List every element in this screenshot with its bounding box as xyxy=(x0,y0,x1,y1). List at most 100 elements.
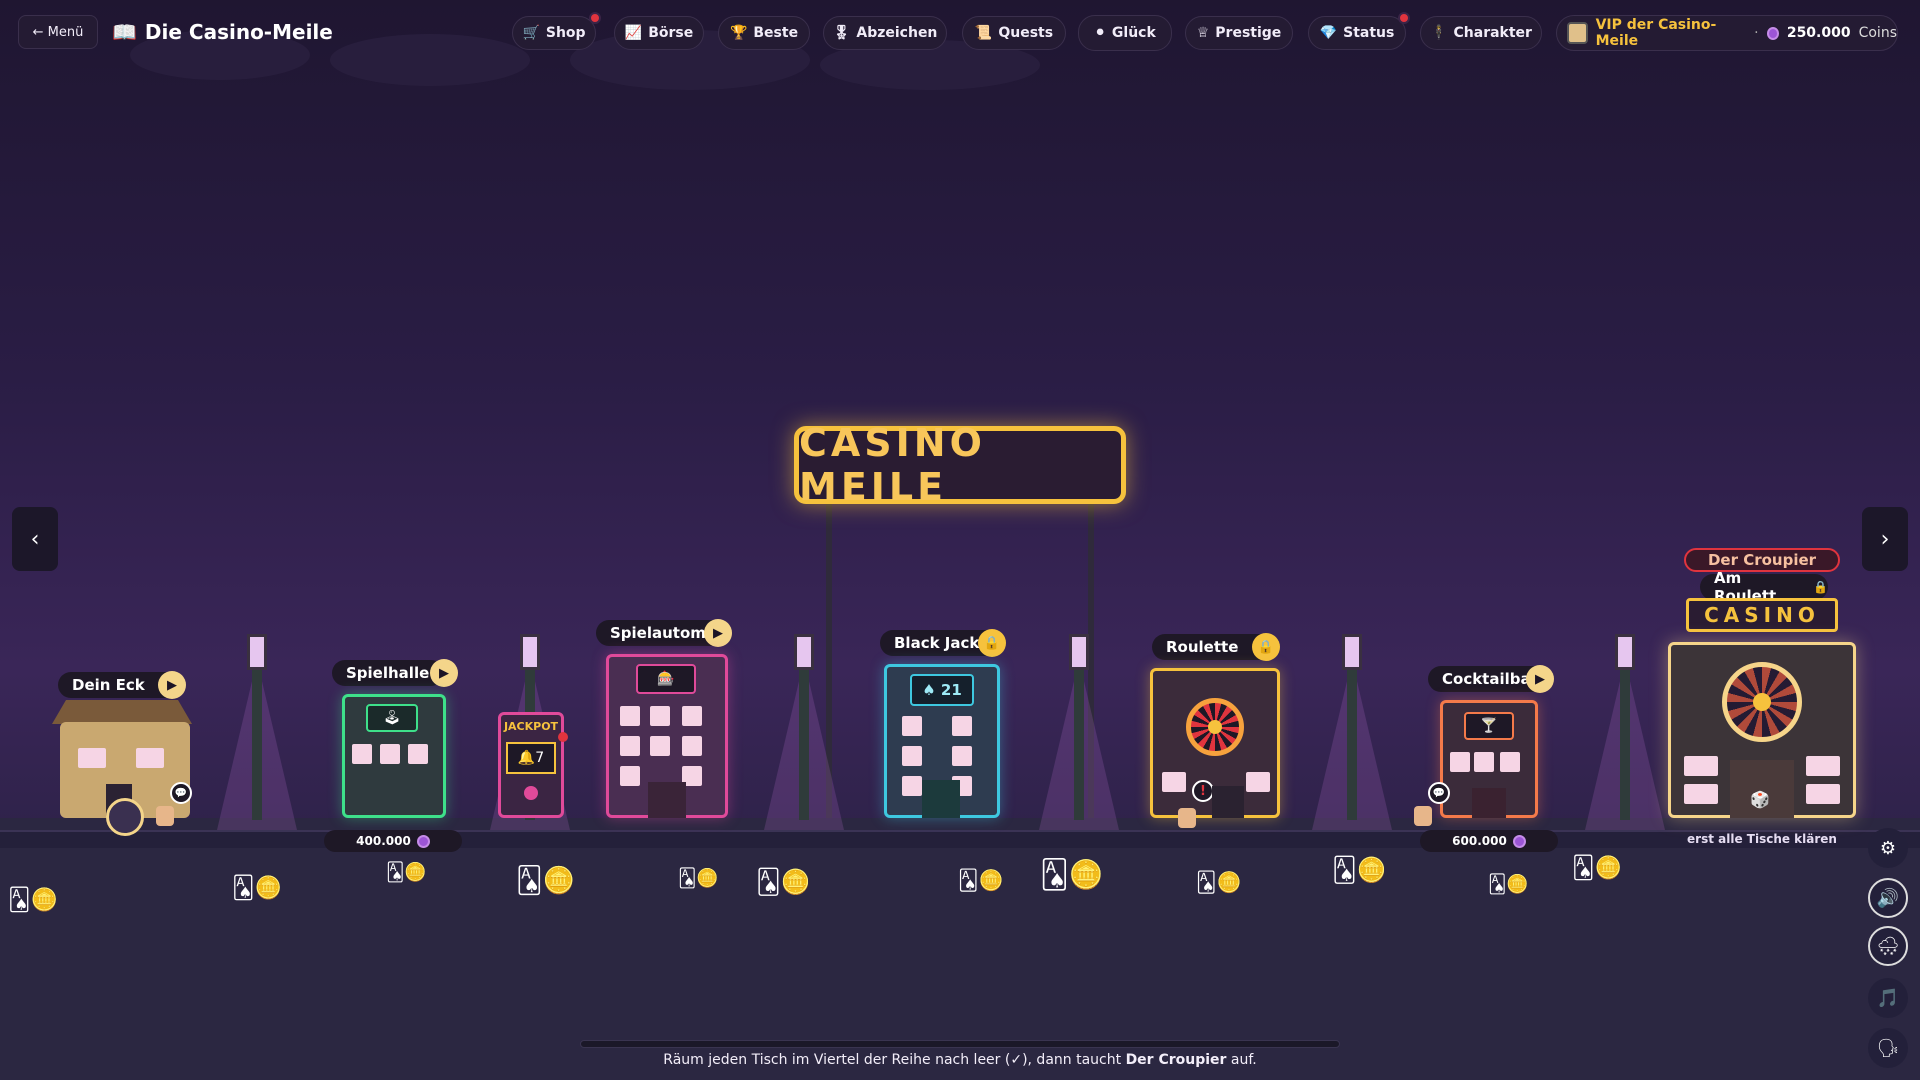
weather-icon[interactable]: 🌨 xyxy=(1868,926,1908,966)
nav-label: Status xyxy=(1343,25,1395,41)
casino-sign: CASINO xyxy=(1686,598,1838,632)
window xyxy=(1806,756,1840,776)
casino-door xyxy=(1730,760,1794,818)
window xyxy=(1246,772,1270,792)
cards-chips-icon: 🂡🪙 xyxy=(8,888,58,913)
cards-chips-icon: 🂡🪙 xyxy=(232,876,282,901)
page-title: 📖 Die Casino-Meile xyxy=(112,20,333,44)
roulette-wheel-icon xyxy=(1722,662,1802,742)
nav-label: Prestige xyxy=(1215,25,1282,41)
player-status-bar[interactable]: VIP der Casino-Meile · 250.000 Coins xyxy=(1556,15,1898,51)
medal-icon: 🎖 xyxy=(832,25,851,41)
top-bar: ← Menü 📖 Die Casino-Meile 🛒 Shop 📈 Börse 🏆… xyxy=(0,0,1920,66)
play-icon[interactable]: ▶ xyxy=(430,659,458,687)
nav-badges-button[interactable]: 🎖 Abzeichen xyxy=(823,16,947,50)
hint-post: auf. xyxy=(1226,1052,1257,1068)
window xyxy=(408,744,428,764)
price-tag: 400.000 xyxy=(324,830,462,852)
door xyxy=(1472,788,1506,818)
avatar xyxy=(1567,22,1588,44)
npc-character[interactable] xyxy=(156,806,174,826)
speech-bubble-icon[interactable]: 💬 xyxy=(170,782,192,804)
window xyxy=(1474,752,1494,772)
window xyxy=(1162,772,1186,792)
door xyxy=(1212,786,1244,818)
sound-icon[interactable]: 🔊 xyxy=(1868,878,1908,918)
play-icon[interactable]: ▶ xyxy=(1526,665,1554,693)
progress-bar xyxy=(580,1040,1340,1048)
alert-icon[interactable]: ! xyxy=(1192,780,1214,802)
slot-machine-icon: 🎰 xyxy=(636,664,696,694)
nav-label: Charakter xyxy=(1453,25,1532,41)
nav-label: Beste xyxy=(753,25,799,41)
nav-prestige-button[interactable]: ♕ Prestige xyxy=(1185,16,1293,50)
scroll-icon: 📜 xyxy=(974,25,993,41)
chart-icon: 📈 xyxy=(624,25,643,41)
window xyxy=(952,746,972,766)
slot-button xyxy=(524,786,538,800)
window xyxy=(136,748,164,768)
play-icon[interactable]: ▶ xyxy=(704,619,732,647)
npc-character[interactable] xyxy=(1414,806,1432,826)
coin-icon xyxy=(416,834,430,848)
window xyxy=(1500,752,1520,772)
scroll-right-button[interactable]: › xyxy=(1862,507,1908,571)
lock-icon: 🔒 xyxy=(1813,580,1828,594)
crown-icon: ♕ xyxy=(1196,25,1210,41)
scroll-left-button[interactable]: ‹ xyxy=(12,507,58,571)
cards-chips-icon: 🂡🪙 xyxy=(1196,870,1242,894)
nav-shop-button[interactable]: 🛒 Shop xyxy=(512,16,596,50)
speech-bubble-icon[interactable]: 💬 xyxy=(1428,782,1450,804)
window xyxy=(952,716,972,736)
window xyxy=(620,706,640,726)
nav-label: Shop xyxy=(545,25,586,41)
window xyxy=(78,748,106,768)
blackjack-screen: ♠ 21 xyxy=(910,674,974,706)
lever-knob xyxy=(558,732,568,742)
roulette-wheel-icon xyxy=(1186,698,1244,756)
nav-exchange-button[interactable]: 📈 Börse xyxy=(614,16,704,50)
window xyxy=(1684,784,1718,804)
cards-chips-icon: 🂡🪙 xyxy=(1572,856,1622,881)
trophy-icon: 🏆 xyxy=(729,25,748,41)
page-title-text: Die Casino-Meile xyxy=(144,20,333,44)
boss-subtitle: Am Roulett 🔒 xyxy=(1700,569,1828,605)
person-icon: 🕴 xyxy=(1430,25,1448,41)
nav-leaderboard-button[interactable]: 🏆 Beste xyxy=(718,16,810,50)
music-icon[interactable]: 🎵 xyxy=(1868,978,1908,1018)
player-avatar[interactable] xyxy=(106,798,144,836)
hint-bold: Der Croupier xyxy=(1125,1052,1227,1068)
joystick-icon: 🕹 xyxy=(366,704,418,732)
nav-label: Börse xyxy=(648,25,694,41)
nav-label: Glück xyxy=(1111,25,1156,41)
separator: · xyxy=(1754,25,1759,41)
jackpot-label: JACKPOT xyxy=(503,720,559,733)
npc-character[interactable] xyxy=(1178,808,1196,828)
building-label: Spielhalle xyxy=(332,660,444,686)
cocktail-icon: 🍸 xyxy=(1464,712,1514,740)
cards-chips-icon: 🂡🪙 xyxy=(386,862,427,883)
settings-icon[interactable]: ⚙ xyxy=(1868,828,1908,868)
coins-value: 250.000 xyxy=(1786,25,1851,41)
shop-alert-dot xyxy=(589,12,601,24)
window xyxy=(620,766,640,786)
chevron-left-icon: ‹ xyxy=(30,526,40,552)
nav-quests-button[interactable]: 📜 Quests xyxy=(962,16,1066,50)
window xyxy=(682,736,702,756)
play-icon[interactable]: ▶ xyxy=(158,671,186,699)
nav-character-button[interactable]: 🕴 Charakter xyxy=(1420,16,1542,50)
chevron-right-icon: › xyxy=(1880,526,1890,552)
slot-reels-icon: 🔔7 xyxy=(506,742,556,774)
window xyxy=(1684,756,1718,776)
window xyxy=(650,736,670,756)
window xyxy=(902,776,922,796)
window xyxy=(902,746,922,766)
window xyxy=(1806,784,1840,804)
nav-luck-button[interactable]: ⚫ Glück xyxy=(1078,15,1172,51)
cards-chips-icon: 🂡🪙 xyxy=(1040,858,1104,891)
window xyxy=(902,716,922,736)
door xyxy=(922,780,960,818)
nav-status-button[interactable]: 💎 Status xyxy=(1308,16,1406,50)
boss-note: erst alle Tische klären xyxy=(1687,832,1837,846)
menu-button[interactable]: ← Menü xyxy=(18,15,98,49)
